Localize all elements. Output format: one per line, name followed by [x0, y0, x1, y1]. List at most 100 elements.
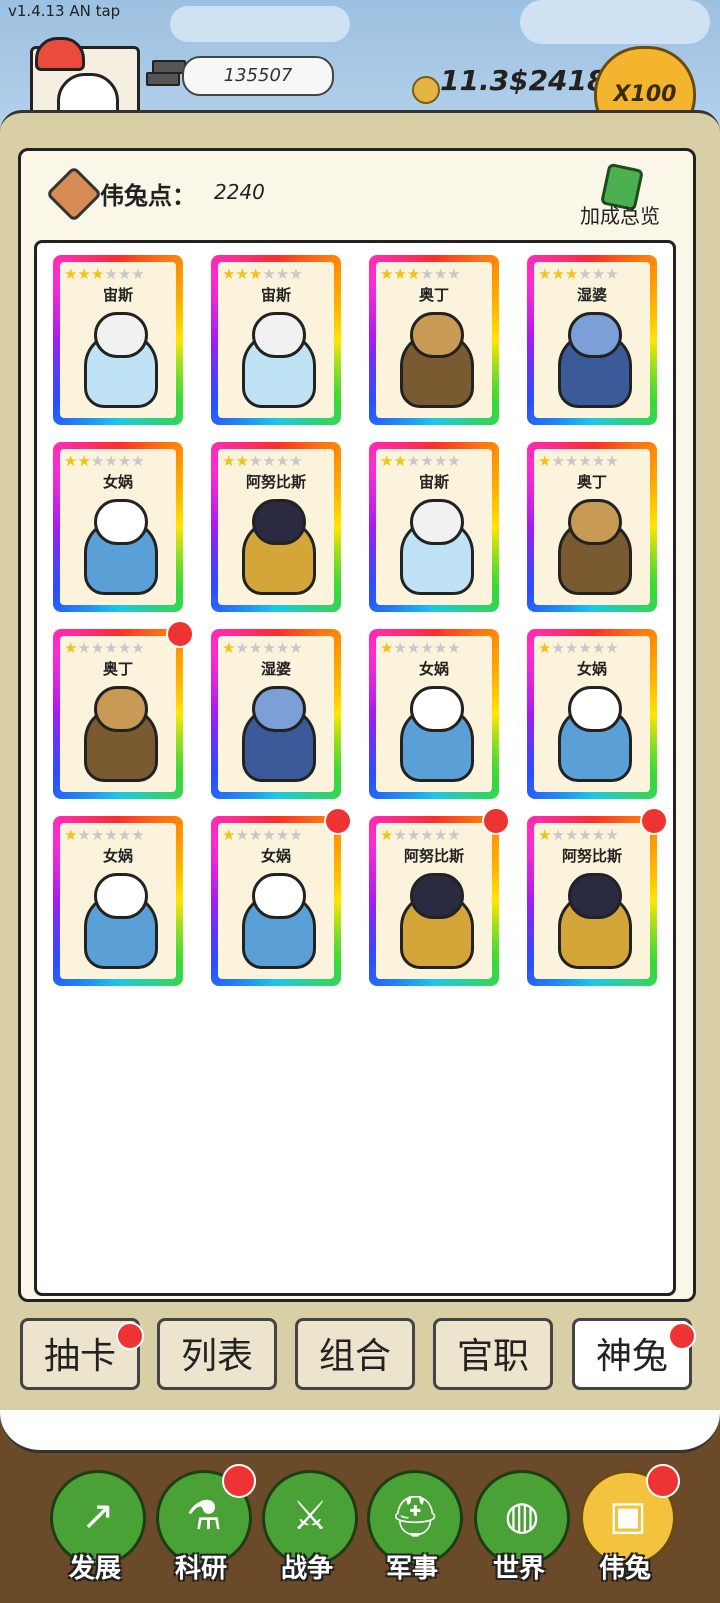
star-icon: ★	[248, 452, 263, 470]
card-name: 湿婆	[260, 660, 291, 678]
god-portrait-icon	[548, 867, 636, 969]
star-icon: ★	[393, 265, 407, 283]
god-card[interactable]: ★★★★★★ 女娲	[527, 629, 657, 799]
god-card[interactable]: ★★★★★★ 女娲	[53, 442, 183, 612]
star-icon: ★	[131, 639, 145, 657]
star-rating: ★★★★★★	[380, 826, 461, 844]
star-rating: ★★★★★★	[380, 452, 461, 470]
star-icon: ★	[564, 826, 579, 844]
star-icon: ★	[64, 265, 78, 283]
star-icon: ★	[538, 265, 552, 283]
star-icon: ★	[77, 639, 91, 657]
star-icon: ★	[64, 452, 78, 470]
star-icon: ★	[117, 826, 132, 844]
card-face: ★★★★★★ 阿努比斯	[376, 823, 492, 979]
star-icon: ★	[591, 826, 606, 844]
notification-dot	[640, 807, 668, 835]
tab-rank[interactable]: 官职	[433, 1318, 553, 1390]
god-card[interactable]: ★★★★★★ 女娲	[53, 816, 183, 986]
star-icon: ★	[605, 265, 619, 283]
star-icon: ★	[406, 639, 421, 657]
god-card[interactable]: ★★★★★★ 奥丁	[369, 255, 499, 425]
star-icon: ★	[420, 639, 434, 657]
god-card[interactable]: ★★★★★★ 宙斯	[53, 255, 183, 425]
card-face: ★★★★★★ 阿努比斯	[534, 823, 650, 979]
card-face: ★★★★★★ 奥丁	[534, 449, 650, 605]
tab-combo[interactable]: 组合	[295, 1318, 415, 1390]
star-icon: ★	[605, 452, 619, 470]
god-card[interactable]: ★★★★★★ 女娲	[369, 629, 499, 799]
star-icon: ★	[406, 452, 421, 470]
card-face: ★★★★★★ 阿努比斯	[218, 449, 334, 605]
star-icon: ★	[117, 265, 132, 283]
star-icon: ★	[77, 452, 91, 470]
star-icon: ★	[262, 639, 276, 657]
god-card[interactable]: ★★★★★★ 奥丁	[527, 442, 657, 612]
star-icon: ★	[393, 452, 407, 470]
silver-bars-icon	[146, 58, 186, 88]
nav-develop-label: 发展	[68, 1554, 121, 1584]
star-icon: ★	[605, 826, 619, 844]
god-card[interactable]: ★★★★★★ 湿婆	[211, 629, 341, 799]
star-icon: ★	[420, 452, 434, 470]
star-icon: ★	[420, 265, 434, 283]
star-icon: ★	[77, 265, 91, 283]
coin-icon	[412, 76, 440, 104]
card-name: 宙斯	[418, 473, 449, 491]
god-portrait-icon	[232, 680, 320, 782]
star-icon: ★	[433, 265, 448, 283]
card-name: 奥丁	[576, 473, 607, 491]
rabbit-card-icon: ▣	[609, 1493, 647, 1539]
card-face: ★★★★★★ 女娲	[60, 823, 176, 979]
star-icon: ★	[64, 826, 78, 844]
star-icon: ★	[222, 639, 236, 657]
star-icon: ★	[578, 452, 592, 470]
god-portrait-icon	[74, 680, 162, 782]
star-icon: ★	[564, 639, 579, 657]
card-name: 湿婆	[576, 286, 607, 304]
nav-military-label: 军事	[385, 1554, 438, 1584]
star-icon: ★	[222, 826, 236, 844]
card-face: ★★★★★★ 宙斯	[376, 449, 492, 605]
star-rating: ★★★★★★	[538, 639, 619, 657]
god-card[interactable]: ★★★★★★ 阿努比斯	[369, 816, 499, 986]
star-icon: ★	[564, 452, 579, 470]
star-icon: ★	[380, 452, 394, 470]
nav-research-label: 科研	[174, 1554, 227, 1584]
god-card[interactable]: ★★★★★★ 女娲	[211, 816, 341, 986]
god-card[interactable]: ★★★★★★ 阿努比斯	[527, 816, 657, 986]
notification-dot	[668, 1322, 696, 1350]
card-face: ★★★★★★ 宙斯	[60, 262, 176, 418]
star-icon: ★	[248, 265, 263, 283]
notification-dot	[646, 1464, 680, 1498]
god-card[interactable]: ★★★★★★ 阿努比斯	[211, 442, 341, 612]
star-icon: ★	[90, 826, 105, 844]
star-icon: ★	[222, 265, 236, 283]
star-rating: ★★★★★★	[538, 452, 619, 470]
card-name: 奥丁	[102, 660, 133, 678]
star-icon: ★	[551, 452, 565, 470]
star-icon: ★	[104, 265, 118, 283]
card-name: 女娲	[418, 660, 449, 678]
star-icon: ★	[235, 826, 249, 844]
star-icon: ★	[591, 639, 606, 657]
star-icon: ★	[447, 639, 461, 657]
tab-list[interactable]: 列表	[157, 1318, 277, 1390]
star-icon: ★	[104, 826, 118, 844]
god-card[interactable]: ★★★★★★ 宙斯	[369, 442, 499, 612]
nav-world-label: 世界	[492, 1554, 545, 1584]
star-rating: ★★★★★★	[538, 265, 619, 283]
god-portrait-icon	[390, 680, 478, 782]
god-card[interactable]: ★★★★★★ 奥丁	[53, 629, 183, 799]
god-portrait-icon	[548, 493, 636, 595]
bonus-overview-button[interactable]: 加成总览	[580, 200, 660, 229]
card-name: 女娲	[102, 473, 133, 491]
star-icon: ★	[262, 265, 276, 283]
god-card[interactable]: ★★★★★★ 湿婆	[527, 255, 657, 425]
god-portrait-icon	[548, 306, 636, 408]
star-icon: ★	[90, 452, 105, 470]
star-icon: ★	[380, 826, 394, 844]
god-card[interactable]: ★★★★★★ 宙斯	[211, 255, 341, 425]
star-icon: ★	[289, 452, 303, 470]
star-icon: ★	[235, 452, 249, 470]
